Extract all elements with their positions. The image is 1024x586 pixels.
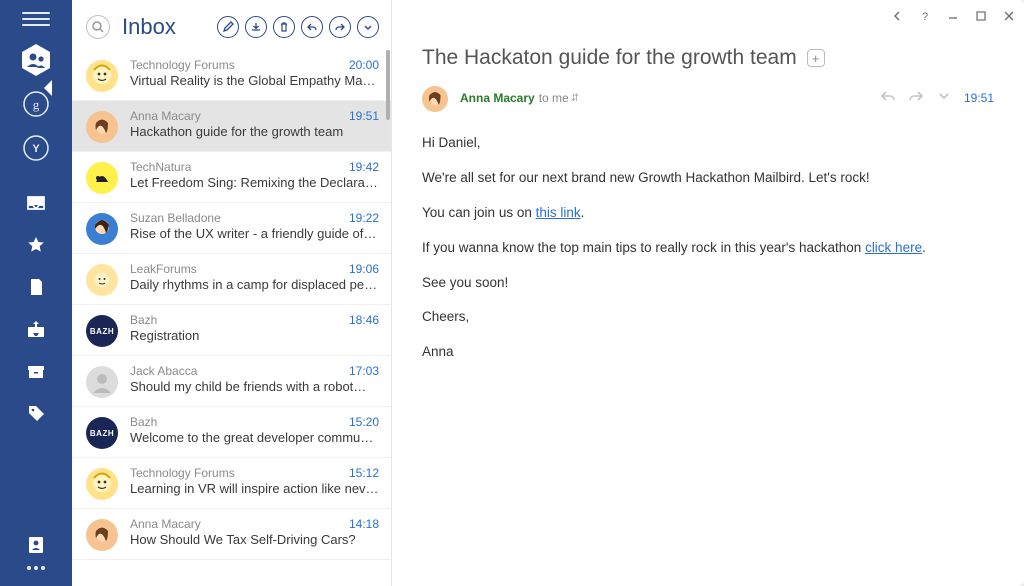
message-sender: Jack Abacca bbox=[130, 364, 343, 378]
message-list-pane: Inbox Technology Forums 20:00Virtual Real… bbox=[72, 0, 392, 586]
account-yahoo[interactable]: Y bbox=[21, 131, 51, 165]
body-p6: Anna bbox=[422, 343, 994, 362]
svg-text:g: g bbox=[33, 97, 40, 112]
delete-button[interactable] bbox=[273, 16, 295, 38]
mail-from[interactable]: Anna Macary bbox=[460, 91, 535, 105]
message-time: 19:42 bbox=[349, 160, 379, 174]
window-titlebar: ? bbox=[392, 0, 1024, 32]
message-row[interactable]: Jack Abacca 17:03Should my child be frien… bbox=[72, 356, 391, 407]
nav-starred[interactable] bbox=[25, 234, 47, 256]
message-time: 19:06 bbox=[349, 262, 379, 276]
message-subject: Hackathon guide for the growth team bbox=[130, 124, 379, 139]
account-google[interactable]: g bbox=[21, 87, 51, 121]
message-sender: Technology Forums bbox=[130, 58, 343, 72]
message-sender: Anna Macary bbox=[130, 109, 343, 123]
nav-drafts[interactable] bbox=[25, 276, 47, 298]
message-sender: TechNatura bbox=[130, 160, 343, 174]
folder-title: Inbox bbox=[122, 14, 217, 40]
more-menu[interactable] bbox=[27, 566, 45, 570]
body-p4: See you soon! bbox=[422, 274, 994, 293]
message-subject: Virtual Reality is the Global Empathy Ma… bbox=[130, 73, 379, 88]
body-p3: If you wanna know the top main tips to r… bbox=[422, 239, 994, 258]
message-row[interactable]: Anna Macary 14:18How Should We Tax Self-D… bbox=[72, 509, 391, 560]
join-link[interactable]: this link bbox=[536, 205, 581, 220]
nav-archive[interactable] bbox=[25, 360, 47, 382]
header-actions bbox=[217, 16, 379, 38]
mail-more-icon[interactable] bbox=[936, 89, 952, 108]
message-sender: Anna Macary bbox=[130, 517, 343, 531]
help-icon[interactable]: ? bbox=[918, 9, 932, 23]
message-time: 20:00 bbox=[349, 58, 379, 72]
message-subject: Let Freedom Sing: Remixing the Declarati… bbox=[130, 175, 379, 190]
minimize-icon[interactable] bbox=[946, 9, 960, 23]
dropdown-button[interactable] bbox=[357, 16, 379, 38]
message-row[interactable]: BAZHBazh15:20Welcome to the great develo… bbox=[72, 407, 391, 458]
message-row[interactable]: TechNatura 19:42Let Freedom Sing: Remixin… bbox=[72, 152, 391, 203]
message-subject: How Should We Tax Self-Driving Cars? bbox=[130, 532, 379, 547]
app-window: g Y Inbox bbox=[0, 0, 1024, 586]
mail-body: Hi Daniel, We're all set for our next br… bbox=[392, 116, 1024, 396]
sender-avatar[interactable] bbox=[422, 86, 448, 112]
body-greeting: Hi Daniel, bbox=[422, 134, 994, 153]
body-p5: Cheers, bbox=[422, 308, 994, 327]
nav-inbox[interactable] bbox=[25, 192, 47, 214]
messages-scroll[interactable]: Technology Forums 20:00Virtual Reality is… bbox=[72, 50, 391, 586]
compose-button[interactable] bbox=[217, 16, 239, 38]
mail-to: to me bbox=[539, 91, 569, 105]
nav-address-book[interactable] bbox=[25, 534, 47, 556]
message-subject: Learning in VR will inspire action like … bbox=[130, 481, 379, 496]
nav-tags[interactable] bbox=[25, 402, 47, 424]
nav-outbox[interactable] bbox=[25, 318, 47, 340]
search-icon[interactable] bbox=[86, 15, 110, 39]
message-sender: Bazh bbox=[130, 313, 343, 327]
reply-button[interactable] bbox=[301, 16, 323, 38]
message-row[interactable]: BAZHBazh18:46Registration bbox=[72, 305, 391, 356]
message-subject: Registration bbox=[130, 328, 379, 343]
message-time: 19:51 bbox=[349, 109, 379, 123]
forward-button[interactable] bbox=[329, 16, 351, 38]
message-time: 17:03 bbox=[349, 364, 379, 378]
message-subject: Welcome to the great developer commu… bbox=[130, 430, 379, 445]
tips-link[interactable]: click here bbox=[865, 240, 922, 255]
message-time: 14:18 bbox=[349, 517, 379, 531]
mail-reply-icon[interactable] bbox=[880, 89, 896, 108]
download-button[interactable] bbox=[245, 16, 267, 38]
recipients-toggle-icon[interactable]: ⇵ bbox=[571, 93, 579, 104]
message-sender: LeakForums bbox=[130, 262, 343, 276]
message-time: 19:22 bbox=[349, 211, 379, 225]
message-time: 18:46 bbox=[349, 313, 379, 327]
add-tag-button[interactable]: + bbox=[807, 49, 825, 67]
message-sender: Bazh bbox=[130, 415, 343, 429]
mail-header: The Hackaton guide for the growth team + bbox=[392, 32, 1024, 78]
message-time: 15:20 bbox=[349, 415, 379, 429]
message-sender: Suzan Belladone bbox=[130, 211, 343, 225]
account-contacts[interactable] bbox=[21, 43, 51, 77]
message-list-header: Inbox bbox=[72, 0, 391, 50]
left-rail: g Y bbox=[0, 0, 72, 586]
message-time: 15:12 bbox=[349, 466, 379, 480]
message-row[interactable]: Suzan Belladone 19:22Rise of the UX write… bbox=[72, 203, 391, 254]
message-row[interactable]: Technology Forums 20:00Virtual Reality is… bbox=[72, 50, 391, 101]
body-p2: You can join us on this link. bbox=[422, 204, 994, 223]
svg-text:?: ? bbox=[922, 11, 928, 22]
close-icon[interactable] bbox=[1002, 9, 1016, 23]
scrollbar-thumb[interactable] bbox=[386, 50, 390, 120]
mail-subject: The Hackaton guide for the growth team bbox=[422, 46, 797, 70]
hamburger-menu[interactable] bbox=[22, 8, 50, 30]
message-sender: Technology Forums bbox=[130, 466, 343, 480]
body-p1: We're all set for our next brand new Gro… bbox=[422, 169, 994, 188]
mail-time: 19:51 bbox=[964, 91, 994, 105]
message-subject: Daily rhythms in a camp for displaced pe… bbox=[130, 277, 379, 292]
message-row[interactable]: LeakForums 19:06Daily rhythms in a camp f… bbox=[72, 254, 391, 305]
mail-meta-row: Anna Macary to me ⇵ 19:51 bbox=[392, 78, 1024, 116]
message-subject: Rise of the UX writer - a friendly guide… bbox=[130, 226, 379, 241]
mail-forward-icon[interactable] bbox=[908, 89, 924, 108]
svg-text:Y: Y bbox=[32, 143, 40, 155]
back-icon[interactable] bbox=[890, 9, 904, 23]
reading-pane: ? The Hackaton guide for the growth team… bbox=[392, 0, 1024, 586]
message-row[interactable]: Anna Macary 19:51Hackathon guide for the … bbox=[72, 101, 391, 152]
message-subject: Should my child be friends with a robot… bbox=[130, 379, 379, 394]
maximize-icon[interactable] bbox=[974, 9, 988, 23]
message-row[interactable]: Technology Forums 15:12Learning in VR wil… bbox=[72, 458, 391, 509]
